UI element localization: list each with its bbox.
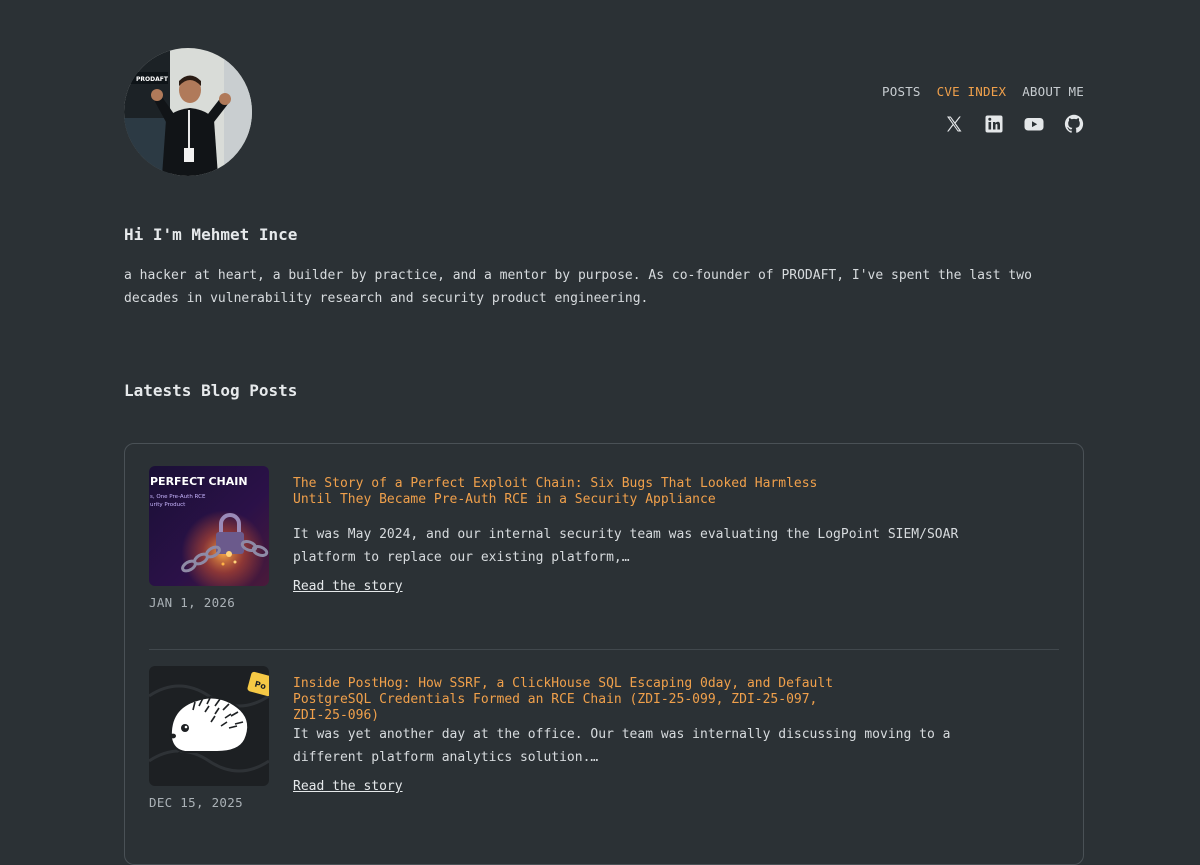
post-divider xyxy=(149,649,1059,650)
blog-posts-card: PERFECT CHAIN s, One Pre-Auth RCE urity … xyxy=(124,443,1084,865)
bio-text: a hacker at heart, a builder by practice… xyxy=(124,268,1032,306)
avatar-photo: PRODAFT xyxy=(124,48,252,176)
social-links xyxy=(944,114,1084,134)
post-thumbnail[interactable]: Po xyxy=(149,666,269,786)
section-title: Latests Blog Posts xyxy=(124,381,298,400)
thumb-headline: PERFECT CHAIN xyxy=(150,475,248,488)
thumb-line1: s, One Pre-Auth RCE xyxy=(150,494,206,500)
page-title: Hi I'm Mehmet Ince xyxy=(124,225,298,244)
read-the-story-link[interactable]: Read the story xyxy=(293,779,403,794)
post-excerpt: It was May 2024, and our internal securi… xyxy=(293,527,959,565)
post-excerpt: It was yet another day at the office. Ou… xyxy=(293,727,951,765)
post-title-link[interactable]: Inside PostHog: How SSRF, a ClickHouse S… xyxy=(293,676,853,724)
x-icon[interactable] xyxy=(944,114,964,134)
nav-posts[interactable]: POSTS xyxy=(882,84,921,99)
post-date: DEC 15, 2025 xyxy=(149,795,243,810)
page-container: PRODAFT POSTS CVE INDEX ABOUT ME Hi I'm … xyxy=(124,0,1084,865)
nav-about-me[interactable]: ABOUT ME xyxy=(1022,84,1084,99)
post-title-link[interactable]: The Story of a Perfect Exploit Chain: Si… xyxy=(293,476,853,508)
linkedin-icon[interactable] xyxy=(984,114,1004,134)
avatar: PRODAFT xyxy=(124,48,252,176)
nav-cve-index[interactable]: CVE INDEX xyxy=(937,84,1007,99)
thumb-line2: urity Product xyxy=(150,502,186,508)
avatar-badge-text: PRODAFT xyxy=(136,76,169,83)
post-thumbnail[interactable]: PERFECT CHAIN s, One Pre-Auth RCE urity … xyxy=(149,466,269,586)
main-nav: POSTS CVE INDEX ABOUT ME xyxy=(882,84,1084,99)
read-the-story-link[interactable]: Read the story xyxy=(293,579,403,594)
post-date: JAN 1, 2026 xyxy=(149,595,236,610)
github-icon[interactable] xyxy=(1064,114,1084,134)
youtube-icon[interactable] xyxy=(1024,114,1044,134)
